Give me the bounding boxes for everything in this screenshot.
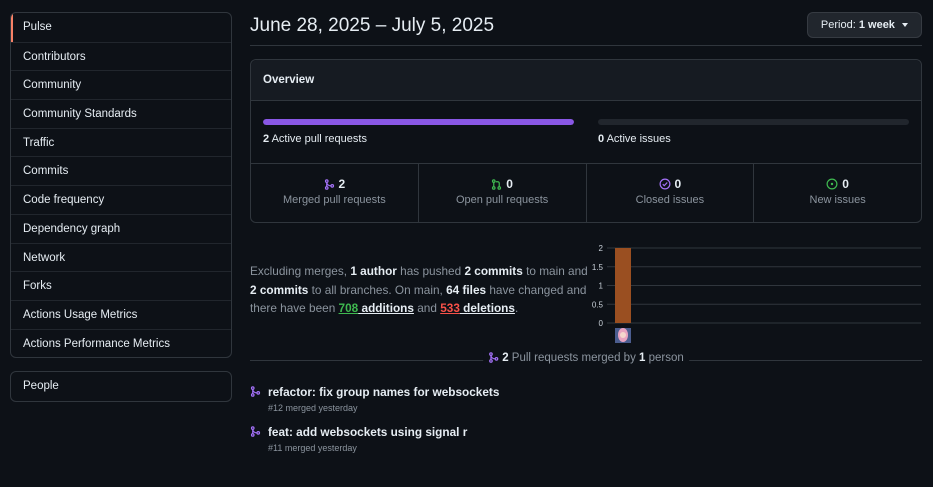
pulse-page: Pulse Contributors Community Community S…	[0, 0, 933, 487]
git-merge-icon	[324, 179, 334, 190]
period-prefix: Period:	[820, 19, 856, 31]
git-merge-icon	[250, 426, 261, 437]
summary-text: to main and	[522, 264, 588, 278]
deletions-label: deletions	[459, 301, 515, 315]
sidebar-item-dependency-graph[interactable]: Dependency graph	[11, 213, 231, 243]
merged-pr-heading: 2 Pull requests merged by 1 person	[483, 352, 689, 364]
issue-opened-icon	[826, 178, 838, 190]
commits-all-count: 2 commits	[250, 282, 309, 297]
git-pull-request-icon	[492, 179, 502, 190]
insights-sidebar: Pulse Contributors Community Community S…	[10, 12, 232, 403]
caret-down-icon	[902, 23, 908, 28]
active-pr-label: Active pull requests	[271, 133, 367, 145]
pulse-main: June 28, 2025 – July 5, 2025 Period: 1 w…	[250, 10, 922, 453]
new-issues-count: 0	[842, 177, 849, 191]
merged-pr-count: 2	[338, 177, 346, 191]
merged-pr-label: Merged pull requests	[283, 194, 386, 206]
active-issues-label: Active issues	[606, 133, 671, 145]
additions-link[interactable]: 708 additions	[339, 301, 414, 315]
y-tick-label: 1	[599, 282, 604, 291]
sidebar-item-forks[interactable]: Forks	[11, 271, 231, 300]
people-menu: People	[10, 371, 232, 403]
sidebar-item-people[interactable]: People	[11, 372, 231, 401]
list-item: refactor: fix group names for websockets…	[250, 385, 922, 413]
issue-closed-icon	[659, 178, 671, 190]
active-pr-count: 2	[263, 133, 270, 145]
summary-text: .	[514, 301, 519, 315]
deletions-link[interactable]: 533 deletions	[440, 301, 515, 315]
sidebar-item-contributors[interactable]: Contributors	[11, 41, 231, 71]
summary-text: Excluding merges,	[250, 264, 351, 278]
sidebar-item-actions-usage-metrics[interactable]: Actions Usage Metrics	[11, 299, 231, 329]
new-issues-label: New issues	[809, 194, 866, 206]
issues-track	[598, 119, 909, 125]
author-avatar[interactable]	[615, 328, 631, 343]
summary-text: has pushed	[396, 264, 465, 278]
chart-bar[interactable]	[615, 248, 631, 323]
y-tick-label: 0.5	[592, 300, 604, 309]
pr-meta: #11 merged yesterday	[268, 443, 357, 453]
author-count: 1 author	[350, 264, 397, 278]
sidebar-item-community[interactable]: Community	[11, 70, 231, 99]
period-value: 1 week	[858, 19, 895, 31]
closed-issues-label: Closed issues	[635, 194, 705, 206]
sidebar-item-commits[interactable]: Commits	[11, 156, 231, 185]
issues-progress[interactable]: 0 Active issues	[598, 119, 909, 163]
sidebar-item-traffic[interactable]: Traffic	[11, 127, 231, 157]
git-merge-icon	[489, 352, 499, 363]
stat-open-pull-requests[interactable]: 0 Open pull requests	[417, 164, 586, 222]
stat-new-issues[interactable]: 0 New issues	[753, 164, 921, 222]
commits-by-author-chart: 2 1.5 1 0.5 0	[592, 245, 921, 343]
merged-pr-divider: 2 Pull requests merged by 1 person	[250, 350, 922, 372]
merged-pr-list: refactor: fix group names for websockets…	[250, 385, 922, 453]
pull-requests-fill	[263, 119, 574, 125]
overview-title: Overview	[251, 60, 921, 101]
git-merge-icon	[250, 386, 261, 397]
sidebar-item-community-standards[interactable]: Community Standards	[11, 99, 231, 128]
commit-summary-row: Excluding merges, 1 author has pushed 2 …	[250, 223, 922, 350]
y-tick-label: 0	[599, 319, 604, 328]
additions-count: 708	[338, 301, 359, 315]
summary-text: and	[413, 301, 441, 315]
stat-closed-issues[interactable]: 0 Closed issues	[585, 164, 754, 222]
sidebar-item-network[interactable]: Network	[11, 242, 231, 272]
pulse-header: June 28, 2025 – July 5, 2025 Period: 1 w…	[250, 10, 922, 46]
pr-meta: #12 merged yesterday	[268, 403, 358, 413]
open-pr-label: Open pull requests	[455, 194, 549, 206]
files-changed-count: 64 files	[446, 282, 487, 297]
deletions-count: 533	[440, 301, 460, 315]
sidebar-item-code-frequency[interactable]: Code frequency	[11, 185, 231, 214]
sidebar-item-actions-performance-metrics[interactable]: Actions Performance Metrics	[11, 328, 231, 358]
y-tick-label: 2	[599, 245, 604, 253]
open-pr-count: 0	[506, 177, 513, 191]
pull-requests-track	[263, 119, 574, 125]
active-issues-count: 0	[598, 133, 605, 145]
commit-summary: Excluding merges, 1 author has pushed 2 …	[250, 262, 595, 318]
y-tick-label: 1.5	[592, 263, 604, 272]
pull-requests-progress[interactable]: 2 Active pull requests	[263, 119, 574, 163]
period-dropdown-button[interactable]: Period: 1 week	[806, 12, 922, 38]
overview-stats: 2 Merged pull requests 0 Open pull reque…	[251, 164, 921, 222]
commits-main-count: 2 commits	[464, 264, 523, 278]
merged-heading-suffix: person	[645, 352, 684, 364]
sidebar-item-pulse[interactable]: Pulse	[11, 13, 231, 42]
additions-label: additions	[358, 301, 414, 315]
summary-text: to all branches. On main,	[308, 282, 447, 297]
pr-title-link[interactable]: refactor: fix group names for websockets	[268, 385, 922, 399]
closed-issues-count: 0	[674, 177, 682, 191]
insights-menu: Pulse Contributors Community Community S…	[10, 12, 232, 359]
pr-title-link[interactable]: feat: add websockets using signal r	[268, 425, 922, 439]
stat-merged-pull-requests[interactable]: 2 Merged pull requests	[251, 164, 418, 222]
merged-heading-text: Pull requests merged by	[508, 352, 640, 364]
overview-progress: 2 Active pull requests 0 Active issues	[251, 101, 921, 164]
list-item: feat: add websockets using signal r #11 …	[250, 425, 922, 453]
overview-box: Overview 2 Active pull requests 0 Active…	[250, 59, 922, 223]
